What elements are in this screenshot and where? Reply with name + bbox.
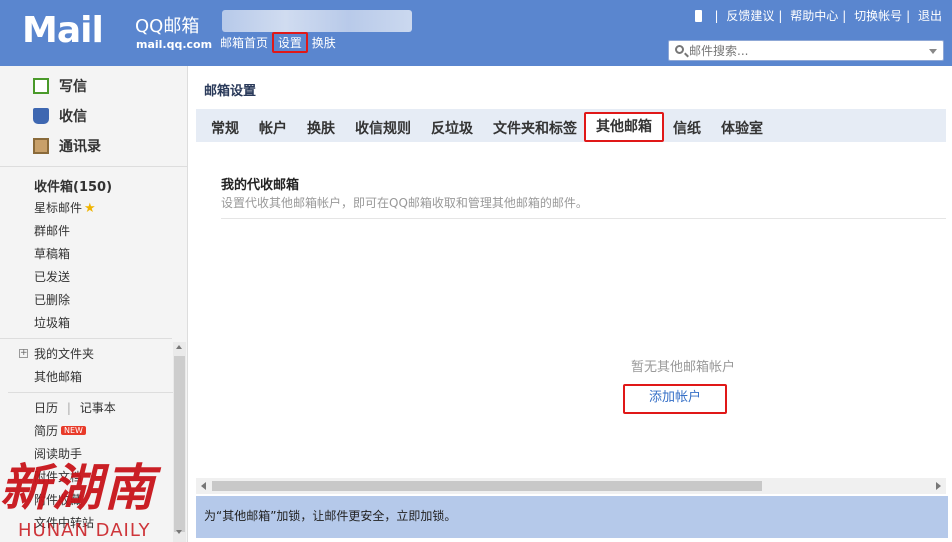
calendar-link[interactable]: 日历 (34, 401, 58, 415)
mobile-phone-icon[interactable] (695, 9, 703, 22)
logout-link[interactable]: 退出 (918, 7, 942, 24)
folder-inbox[interactable]: 收件箱(150) (34, 176, 112, 195)
search-icon (675, 45, 684, 54)
folder-starred[interactable]: 星标邮件 ★ (34, 199, 96, 216)
my-folders[interactable]: 我的文件夹 (34, 345, 94, 362)
top-header: Mail QQ邮箱 mail.qq.com 邮箱首页 设置 换肤 | 反馈建议 |… (0, 0, 952, 66)
tab-general[interactable]: 常规 (211, 118, 239, 138)
receive-button[interactable]: 收信 (33, 106, 87, 126)
inbox-icon (33, 108, 49, 124)
section-description: 设置代收其他邮箱帐户，即可在QQ邮箱收取和管理其他邮箱的邮件。 (221, 196, 588, 210)
scroll-right-arrow-icon[interactable] (936, 482, 941, 490)
section-divider (221, 218, 946, 219)
other-mailbox-link[interactable]: 其他邮箱 (34, 368, 82, 385)
horizontal-scrollbar[interactable] (196, 478, 946, 494)
nav-mail-home[interactable]: 邮箱首页 (220, 34, 268, 51)
horizontal-scrollbar-thumb[interactable] (212, 481, 762, 491)
feedback-link[interactable]: 反馈建议 (726, 7, 774, 24)
lock-notice-bar[interactable]: 为“其他邮箱”加锁，让邮件更安全，立即加锁。 (196, 496, 948, 538)
tab-folders-labels[interactable]: 文件夹和标签 (493, 118, 577, 138)
help-center-link[interactable]: 帮助中心 (790, 7, 838, 24)
scroll-up-arrow-icon[interactable] (176, 345, 182, 349)
sidebar-divider (8, 392, 173, 393)
tab-stationery[interactable]: 信纸 (673, 118, 701, 138)
contacts-button[interactable]: 通讯录 (33, 136, 101, 156)
expand-plus-icon[interactable]: + (19, 349, 28, 358)
logo-qq-text: QQ邮箱 (135, 16, 200, 37)
empty-state-text: 暂无其他邮箱帐户 (631, 360, 736, 375)
tab-antispam[interactable]: 反垃圾 (431, 118, 473, 138)
tab-lab[interactable]: 体验室 (721, 118, 763, 138)
compose-icon (33, 78, 49, 94)
nav-settings[interactable]: 设置 (271, 32, 308, 53)
settings-tabs: 常规 帐户 换肤 收信规则 反垃圾 文件夹和标签 其他邮箱 信纸 体验室 (196, 109, 946, 142)
sidebar-divider (0, 338, 172, 339)
folder-deleted[interactable]: 已删除 (34, 291, 70, 308)
calendar-notebook-row: 日历 | 记事本 (34, 401, 116, 415)
mail-search-input[interactable] (689, 42, 919, 59)
logo-domain-text: mail.qq.com (136, 38, 213, 51)
new-badge: NEW (61, 426, 86, 435)
sidebar-divider (0, 166, 187, 167)
settings-panel: 邮箱设置 常规 帐户 换肤 收信规则 反垃圾 文件夹和标签 其他邮箱 信纸 体验… (196, 66, 952, 542)
scroll-down-arrow-icon[interactable] (176, 530, 182, 534)
star-icon: ★ (84, 201, 96, 216)
folder-drafts[interactable]: 草稿箱 (34, 245, 70, 262)
nav-skin[interactable]: 换肤 (312, 34, 336, 51)
mail-search-box[interactable] (668, 40, 944, 61)
folder-group[interactable]: 群邮件 (34, 222, 70, 239)
page-title: 邮箱设置 (204, 84, 257, 99)
scroll-left-arrow-icon[interactable] (201, 482, 206, 490)
blurred-account-name (222, 10, 412, 32)
resume-link[interactable]: 简历 NEW (34, 422, 86, 439)
folder-sent[interactable]: 已发送 (34, 268, 70, 285)
contacts-icon (33, 138, 49, 154)
tab-account[interactable]: 帐户 (259, 118, 287, 138)
top-links: | 反馈建议 | 帮助中心 | 切换帐号 | 退出 (695, 7, 942, 24)
compose-button[interactable]: 写信 (33, 76, 87, 96)
notebook-link[interactable]: 记事本 (80, 401, 116, 415)
section-title: 我的代收邮箱 (221, 178, 300, 193)
logo-mail-text: Mail (22, 10, 104, 51)
folder-spam[interactable]: 垃圾箱 (34, 314, 70, 331)
tab-rules[interactable]: 收信规则 (355, 118, 411, 138)
watermark-logo-cn: 新湖南 (0, 458, 156, 517)
tab-other-mailbox[interactable]: 其他邮箱 (584, 112, 664, 142)
search-dropdown-icon[interactable] (929, 49, 937, 54)
switch-account-link[interactable]: 切换帐号 (854, 7, 902, 24)
tab-skin[interactable]: 换肤 (307, 118, 335, 138)
top-nav: 邮箱首页 设置 换肤 (220, 32, 336, 53)
add-account-button[interactable]: 添加帐户 (623, 384, 727, 414)
watermark-logo-en: HUNAN DAILY (18, 520, 151, 541)
